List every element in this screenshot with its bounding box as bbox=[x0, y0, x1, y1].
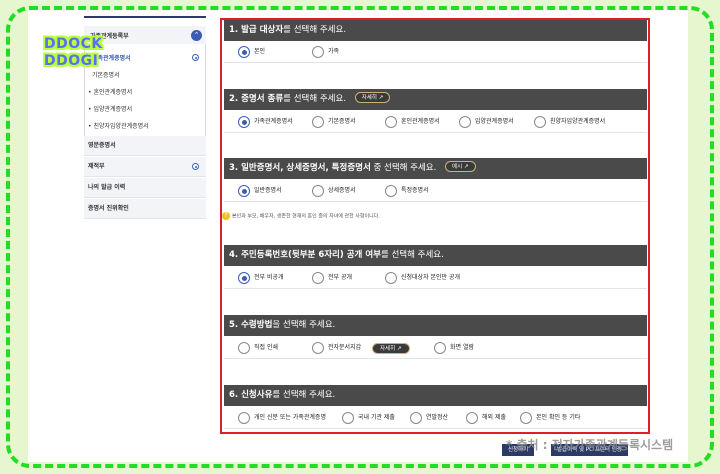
section-2-options: 가족관계증명서 기본증명서 혼인관계증명서 입양관계증명서 친양자입양관계증명서 bbox=[224, 111, 647, 133]
info-note: ? 본인과 부모, 배우자, 생존한 현재의 혼인 중의 자녀에 관한 사항이니다… bbox=[222, 212, 380, 220]
radio-overseas[interactable]: 해외 제출 bbox=[466, 412, 506, 424]
sidebar-item-verify[interactable]: 증명서 진위확인 bbox=[84, 199, 206, 219]
detail-button[interactable]: 자세히 ↗ bbox=[372, 343, 410, 354]
radio-domestic[interactable]: 국내 기관 제출 bbox=[342, 412, 395, 424]
section-1-header: 1. 발급 대상자를 선택해 주세요. bbox=[224, 20, 647, 41]
radio-all-private[interactable]: 전부 비공개 bbox=[238, 272, 284, 284]
chevron-up-icon[interactable]: ⌃ bbox=[191, 30, 202, 41]
radio-basic-cert[interactable]: 기본증명서 bbox=[312, 116, 356, 128]
radio-screen-view[interactable]: 화면 열람 bbox=[434, 342, 474, 354]
section-3-options: 일반증명서 상세증명서 특정증명서 bbox=[224, 180, 647, 202]
radio-detail-cert[interactable]: 상세증명서 bbox=[312, 185, 356, 197]
radio-tax[interactable]: 연말정산 bbox=[410, 412, 448, 424]
radio-other[interactable]: 본인 확인 등 기타 bbox=[520, 412, 580, 424]
sidebar-item-marriage[interactable]: • 혼인관계증명서 bbox=[88, 87, 132, 96]
expand-dot-icon[interactable] bbox=[192, 163, 199, 170]
radio-family[interactable]: 가족 bbox=[312, 46, 339, 58]
radio-family-cert[interactable]: 가족관계증명서 bbox=[238, 116, 293, 128]
radio-adoption-cert[interactable]: 입양관계증명서 bbox=[459, 116, 514, 128]
radio-general-cert[interactable]: 일반증명서 bbox=[238, 185, 282, 197]
section-2-header: 2. 증명서 종류를 선택해 주세요. 자세히 ↗ bbox=[224, 89, 647, 110]
radio-identity[interactable]: 개인 신분 또는 가족관계증명 bbox=[238, 412, 326, 424]
source-watermark: * 출처 : 전자가족관계등록시스템 bbox=[506, 438, 674, 452]
example-button[interactable]: 예시 ↗ bbox=[445, 161, 476, 172]
radio-specific-cert[interactable]: 특정증명서 bbox=[385, 185, 429, 197]
radio-e-wallet[interactable]: 전자문서지갑 bbox=[312, 342, 361, 354]
section-4-options: 전부 비공개 전부 공개 신청대상자 본인만 공개 bbox=[224, 267, 647, 289]
section-1-options: 본인 가족 bbox=[224, 41, 647, 63]
sidebar-top-line bbox=[84, 16, 206, 18]
sidebar-item-history[interactable]: 나의 발급 이력 bbox=[84, 178, 206, 198]
radio-marriage-cert[interactable]: 혼인관계증명서 bbox=[385, 116, 440, 128]
ddockddogi-logo: DDOCK DDOGI bbox=[44, 36, 103, 69]
radio-self-only-public[interactable]: 신청대상자 본인만 공개 bbox=[385, 272, 460, 284]
sidebar-item-english[interactable]: 영문증명서 bbox=[84, 136, 206, 156]
section-5-options: 직접 인쇄 전자문서지갑 자세히 ↗ 화면 열람 bbox=[224, 337, 647, 359]
form-highlight-box bbox=[220, 18, 650, 434]
info-icon: ? bbox=[222, 212, 230, 220]
radio-print[interactable]: 직접 인쇄 bbox=[238, 342, 278, 354]
section-6-options: 개인 신분 또는 가족관계증명 국내 기관 제출 연말정산 해외 제출 본인 확… bbox=[224, 407, 647, 429]
radio-self[interactable]: 본인 bbox=[238, 46, 265, 58]
sidebar-item-full-adoption[interactable]: • 친양자입양관계증명서 bbox=[88, 121, 149, 130]
section-4-header: 4. 주민등록번호(뒷부분 6자리) 공개 여부를 선택해 주세요. bbox=[224, 245, 647, 266]
section-5-header: 5. 수령방법을 선택해 주세요. bbox=[224, 315, 647, 336]
sidebar-item-adoption[interactable]: • 입양관계증명서 bbox=[88, 104, 132, 113]
section-6-header: 6. 신청사유를 선택해 주세요. bbox=[224, 385, 647, 406]
detail-button[interactable]: 자세히 ↗ bbox=[354, 92, 391, 103]
selected-dot-icon bbox=[192, 54, 199, 61]
sidebar-item-basic[interactable]: 기본증명서 bbox=[92, 70, 120, 79]
sidebar-item-removed-register[interactable]: 제적부 bbox=[84, 157, 206, 177]
radio-full-adoption-cert[interactable]: 친양자입양관계증명서 bbox=[534, 116, 605, 128]
section-3-header: 3. 일반증명서, 상세증명서, 특정증명서 중 선택해 주세요. 예시 ↗ bbox=[224, 158, 647, 179]
radio-all-public[interactable]: 전부 공개 bbox=[312, 272, 352, 284]
